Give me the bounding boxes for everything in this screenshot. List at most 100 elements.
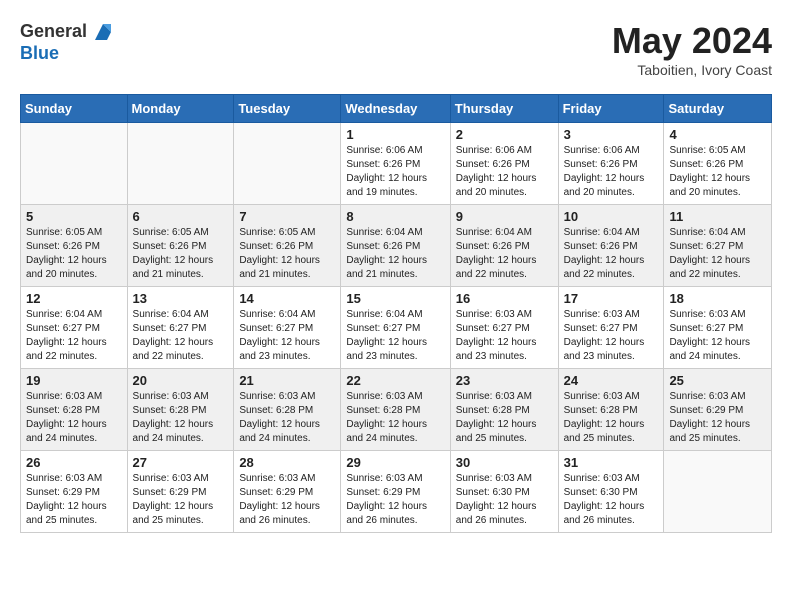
calendar-week-row: 1 Sunrise: 6:06 AM Sunset: 6:26 PM Daylig…	[21, 123, 772, 205]
calendar-cell: 6Sunrise: 6:05 AM Sunset: 6:26 PM Daylig…	[127, 205, 234, 287]
day-info: Sunrise: 6:04 AM Sunset: 6:26 PM Dayligh…	[564, 226, 659, 282]
day-number: 15	[346, 291, 444, 306]
weekday-header-row: SundayMondayTuesdayWednesdayThursdayFrid…	[21, 95, 772, 123]
calendar-body: 1 Sunrise: 6:06 AM Sunset: 6:26 PM Daylig…	[21, 123, 772, 533]
day-info: Sunrise: 6:03 AM Sunset: 6:29 PM Dayligh…	[239, 472, 335, 528]
day-number: 26	[26, 455, 122, 470]
day-info: Sunrise: 6:06 AM Sunset: 6:26 PM Dayligh…	[456, 144, 553, 200]
day-info: Sunrise: 6:04 AM Sunset: 6:27 PM Dayligh…	[133, 308, 229, 364]
calendar-cell: 12 Sunrise: 6:04 AM Sunset: 6:27 PM Dayli…	[21, 287, 128, 369]
day-number: 17	[564, 291, 659, 306]
calendar-cell: 21Sunrise: 6:03 AM Sunset: 6:28 PM Dayli…	[234, 369, 341, 451]
weekday-header-wednesday: Wednesday	[341, 95, 450, 123]
day-number: 12	[26, 291, 122, 306]
calendar-cell: 31 Sunrise: 6:03 AM Sunset: 6:30 PM Dayli…	[558, 451, 664, 533]
weekday-header-monday: Monday	[127, 95, 234, 123]
calendar-cell	[127, 123, 234, 205]
logo-icon	[91, 20, 115, 44]
day-number: 18	[669, 291, 766, 306]
day-number: 2	[456, 127, 553, 142]
day-info: Sunrise: 6:03 AM Sunset: 6:27 PM Dayligh…	[669, 308, 766, 364]
day-number: 16	[456, 291, 553, 306]
calendar-cell: 24Sunrise: 6:03 AM Sunset: 6:28 PM Dayli…	[558, 369, 664, 451]
day-info: Sunrise: 6:03 AM Sunset: 6:29 PM Dayligh…	[133, 472, 229, 528]
day-number: 9	[456, 209, 553, 224]
calendar-cell: 2 Sunrise: 6:06 AM Sunset: 6:26 PM Daylig…	[450, 123, 558, 205]
day-info: Sunrise: 6:03 AM Sunset: 6:28 PM Dayligh…	[346, 390, 444, 446]
day-number: 7	[239, 209, 335, 224]
calendar-cell: 15 Sunrise: 6:04 AM Sunset: 6:27 PM Dayli…	[341, 287, 450, 369]
day-info: Sunrise: 6:03 AM Sunset: 6:28 PM Dayligh…	[133, 390, 229, 446]
page: General Blue May 2024 Taboitien, Ivory C…	[0, 0, 792, 553]
calendar-cell: 16 Sunrise: 6:03 AM Sunset: 6:27 PM Dayli…	[450, 287, 558, 369]
calendar-cell: 27 Sunrise: 6:03 AM Sunset: 6:29 PM Dayli…	[127, 451, 234, 533]
calendar-cell: 13Sunrise: 6:04 AM Sunset: 6:27 PM Dayli…	[127, 287, 234, 369]
day-number: 22	[346, 373, 444, 388]
day-number: 31	[564, 455, 659, 470]
logo: General Blue	[20, 20, 115, 64]
calendar-cell: 4 Sunrise: 6:05 AM Sunset: 6:26 PM Daylig…	[664, 123, 772, 205]
day-number: 14	[239, 291, 335, 306]
calendar-cell: 26Sunrise: 6:03 AM Sunset: 6:29 PM Dayli…	[21, 451, 128, 533]
day-info: Sunrise: 6:04 AM Sunset: 6:26 PM Dayligh…	[456, 226, 553, 282]
calendar-cell	[21, 123, 128, 205]
calendar-cell: 23 Sunrise: 6:03 AM Sunset: 6:28 PM Dayli…	[450, 369, 558, 451]
calendar-cell: 1 Sunrise: 6:06 AM Sunset: 6:26 PM Daylig…	[341, 123, 450, 205]
day-info: Sunrise: 6:05 AM Sunset: 6:26 PM Dayligh…	[669, 144, 766, 200]
calendar-cell: 30 Sunrise: 6:03 AM Sunset: 6:30 PM Dayli…	[450, 451, 558, 533]
day-info: Sunrise: 6:03 AM Sunset: 6:27 PM Dayligh…	[564, 308, 659, 364]
day-number: 3	[564, 127, 659, 142]
day-number: 20	[133, 373, 229, 388]
weekday-header-thursday: Thursday	[450, 95, 558, 123]
logo-general: General	[20, 22, 87, 42]
day-info: Sunrise: 6:04 AM Sunset: 6:27 PM Dayligh…	[669, 226, 766, 282]
calendar-cell	[664, 451, 772, 533]
day-info: Sunrise: 6:06 AM Sunset: 6:26 PM Dayligh…	[346, 144, 444, 200]
location: Taboitien, Ivory Coast	[612, 62, 772, 78]
day-number: 23	[456, 373, 553, 388]
calendar-cell: 11Sunrise: 6:04 AM Sunset: 6:27 PM Dayli…	[664, 205, 772, 287]
weekday-header-friday: Friday	[558, 95, 664, 123]
title-block: May 2024 Taboitien, Ivory Coast	[612, 20, 772, 78]
day-info: Sunrise: 6:03 AM Sunset: 6:28 PM Dayligh…	[564, 390, 659, 446]
day-number: 27	[133, 455, 229, 470]
calendar-cell: 17 Sunrise: 6:03 AM Sunset: 6:27 PM Dayli…	[558, 287, 664, 369]
calendar-cell: 7 Sunrise: 6:05 AM Sunset: 6:26 PM Daylig…	[234, 205, 341, 287]
calendar-cell: 10 Sunrise: 6:04 AM Sunset: 6:26 PM Dayli…	[558, 205, 664, 287]
day-number: 5	[26, 209, 122, 224]
day-info: Sunrise: 6:04 AM Sunset: 6:27 PM Dayligh…	[26, 308, 122, 364]
day-info: Sunrise: 6:03 AM Sunset: 6:30 PM Dayligh…	[564, 472, 659, 528]
day-info: Sunrise: 6:04 AM Sunset: 6:27 PM Dayligh…	[239, 308, 335, 364]
calendar-cell: 19Sunrise: 6:03 AM Sunset: 6:28 PM Dayli…	[21, 369, 128, 451]
day-info: Sunrise: 6:06 AM Sunset: 6:26 PM Dayligh…	[564, 144, 659, 200]
calendar-cell: 22 Sunrise: 6:03 AM Sunset: 6:28 PM Dayli…	[341, 369, 450, 451]
day-info: Sunrise: 6:03 AM Sunset: 6:28 PM Dayligh…	[456, 390, 553, 446]
calendar-cell: 18 Sunrise: 6:03 AM Sunset: 6:27 PM Dayli…	[664, 287, 772, 369]
header: General Blue May 2024 Taboitien, Ivory C…	[20, 20, 772, 78]
calendar-cell: 5 Sunrise: 6:05 AM Sunset: 6:26 PM Daylig…	[21, 205, 128, 287]
day-info: Sunrise: 6:03 AM Sunset: 6:27 PM Dayligh…	[456, 308, 553, 364]
day-number: 19	[26, 373, 122, 388]
month-year: May 2024	[612, 20, 772, 62]
day-info: Sunrise: 6:03 AM Sunset: 6:30 PM Dayligh…	[456, 472, 553, 528]
day-number: 4	[669, 127, 766, 142]
day-number: 8	[346, 209, 444, 224]
day-number: 1	[346, 127, 444, 142]
day-info: Sunrise: 6:05 AM Sunset: 6:26 PM Dayligh…	[26, 226, 122, 282]
day-number: 10	[564, 209, 659, 224]
calendar-cell: 14 Sunrise: 6:04 AM Sunset: 6:27 PM Dayli…	[234, 287, 341, 369]
day-info: Sunrise: 6:03 AM Sunset: 6:29 PM Dayligh…	[346, 472, 444, 528]
day-number: 29	[346, 455, 444, 470]
calendar-week-row: 26 Sunrise: 6:03 AM Sunset: 6:29 PM Dayli…	[21, 451, 772, 533]
calendar-cell: 29 Sunrise: 6:03 AM Sunset: 6:29 PM Dayli…	[341, 451, 450, 533]
calendar-cell: 20 Sunrise: 6:03 AM Sunset: 6:28 PM Dayli…	[127, 369, 234, 451]
day-number: 6	[133, 209, 229, 224]
logo-text: General Blue	[20, 20, 115, 64]
day-info: Sunrise: 6:04 AM Sunset: 6:27 PM Dayligh…	[346, 308, 444, 364]
logo-blue: Blue	[20, 44, 115, 64]
calendar-cell	[234, 123, 341, 205]
day-info: Sunrise: 6:05 AM Sunset: 6:26 PM Dayligh…	[239, 226, 335, 282]
day-number: 30	[456, 455, 553, 470]
weekday-header-saturday: Saturday	[664, 95, 772, 123]
day-number: 21	[239, 373, 335, 388]
